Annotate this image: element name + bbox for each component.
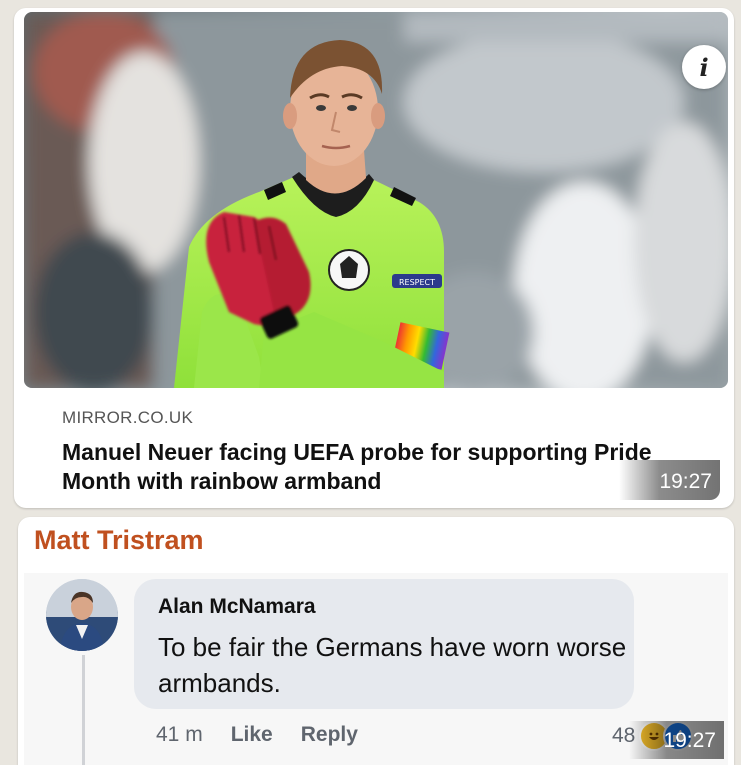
message-timestamp-2: 19:27 xyxy=(629,721,724,759)
facebook-comment: Alan McNamara To be fair the Germans hav… xyxy=(24,573,728,765)
comment-author[interactable]: Alan McNamara xyxy=(158,595,316,619)
link-title[interactable]: Manuel Neuer facing UEFA probe for suppo… xyxy=(62,438,682,496)
sender-name[interactable]: Matt Tristram xyxy=(34,525,204,556)
comment-age[interactable]: 41 m xyxy=(156,723,203,747)
thread-line xyxy=(82,655,85,765)
reply-button[interactable]: Reply xyxy=(301,723,358,747)
avatar[interactable] xyxy=(46,579,118,651)
comment-actions: 41 m Like Reply xyxy=(156,723,358,747)
info-glyph: i xyxy=(699,52,709,82)
svg-text:RESPECT: RESPECT xyxy=(399,278,435,287)
like-button[interactable]: Like xyxy=(231,723,273,747)
avatar-photo xyxy=(46,579,118,651)
link-meta[interactable]: MIRROR.CO.UK Manuel Neuer facing UEFA pr… xyxy=(32,394,712,506)
link-domain: MIRROR.CO.UK xyxy=(62,408,194,427)
preview-image[interactable]: RESPECT i xyxy=(24,12,728,388)
goalkeeper-photo: RESPECT xyxy=(24,12,728,388)
chat-screenshot: RESPECT i MIRROR.CO.UK Manuel Neuer faci… xyxy=(0,0,741,765)
comment-text: To be fair the Germans have worn worse a… xyxy=(158,632,627,698)
info-icon[interactable]: i xyxy=(682,45,726,89)
link-preview-message[interactable]: RESPECT i MIRROR.CO.UK Manuel Neuer faci… xyxy=(14,8,734,508)
comment-bubble[interactable]: Alan McNamara To be fair the Germans hav… xyxy=(134,579,634,709)
comment-message[interactable]: Matt Tristram Alan McNamara To be fair t… xyxy=(18,517,734,765)
message-timestamp: 19:27 xyxy=(619,460,720,500)
